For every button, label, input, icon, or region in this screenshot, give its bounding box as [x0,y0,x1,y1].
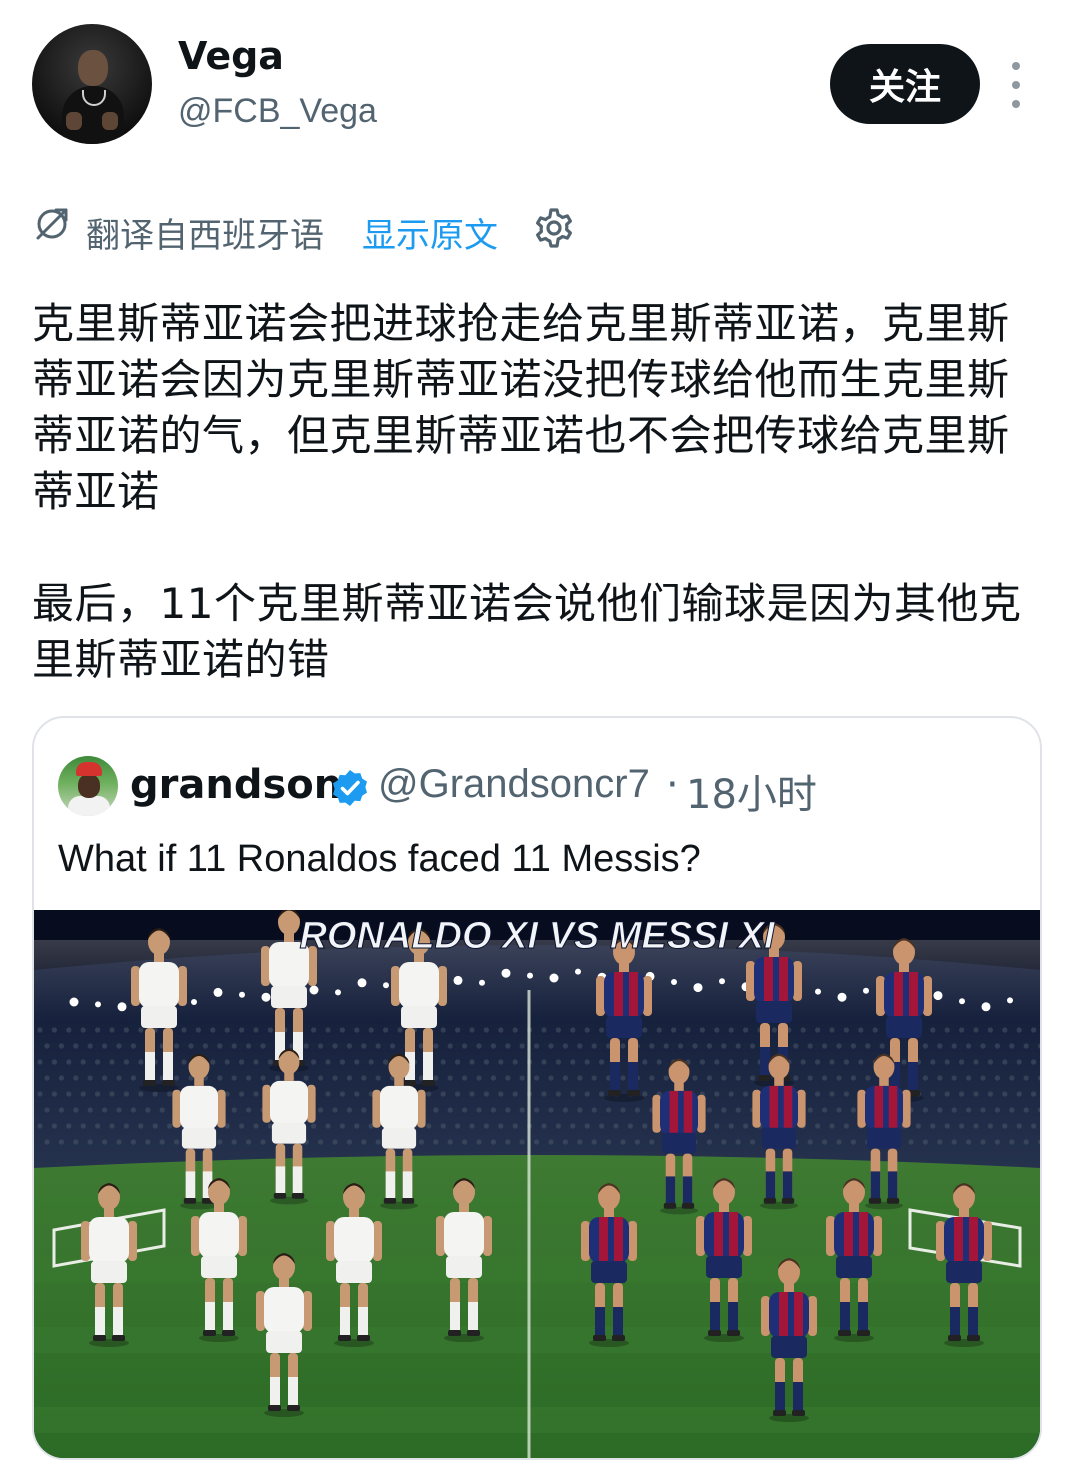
stadium-light [453,975,463,985]
stadium-light [239,991,245,998]
ronaldo-vs-messi-illustration: RONALDO XI VS MESSI XI [34,910,1040,1458]
author-name[interactable]: Vega [178,34,284,78]
stadium-light [959,998,965,1005]
stadium-light [693,983,703,993]
more-icon[interactable] [1004,62,1028,108]
stadium-light [69,997,79,1007]
translate-icon [36,208,68,240]
stadium-light [863,987,869,994]
verified-icon [333,770,367,806]
stadium-light [719,978,725,985]
stadium-light [837,992,847,1002]
stadium-light [95,1001,101,1008]
tweet-text: 克里斯蒂亚诺会把进球抢走给克里斯蒂亚诺，克里斯蒂亚诺会因为克里斯蒂亚诺没把传球给… [32,296,1032,688]
quoted-tweet-text: What if 11 Ronaldos faced 11 Messis? [58,838,701,880]
stadium-light [815,988,821,995]
quoted-timestamp[interactable]: 18小时 [686,762,817,820]
quoted-tweet-image[interactable]: RONALDO XI VS MESSI XI [34,910,1040,1458]
stadium-light [261,992,271,1002]
stadium-light [527,972,533,979]
quoted-tweet-card[interactable]: grandson @Grandsoncr7 · 18小时 What if 11 … [32,716,1042,1460]
quoted-author-name[interactable]: grandson [130,762,342,808]
stadium-light [981,1002,991,1012]
gear-icon[interactable] [532,206,576,250]
stadium-light [357,978,367,988]
stadium-light [671,979,677,985]
stadium-light [549,973,559,983]
separator-dot: · [666,762,679,808]
stadium-light [335,989,341,996]
tweet-paragraph: 最后，11个克里斯蒂亚诺会说他们输球是因为其他克里斯蒂亚诺的错 [32,579,1022,684]
follow-button[interactable]: 关注 [830,44,980,124]
stadium-light [479,979,485,986]
author-handle[interactable]: @FCB_Vega [178,92,377,131]
stadium-light [501,968,511,978]
image-title: RONALDO XI VS MESSI XI [299,915,776,957]
stadium-light [213,987,223,997]
translation-label: 翻译自西班牙语 [86,216,324,256]
quoted-author-avatar[interactable] [58,756,118,816]
stadium-light [117,1002,127,1012]
stadium-light [1007,997,1013,1004]
stadium-light [575,968,581,975]
quoted-author-handle[interactable]: @Grandsoncr7 [378,762,650,807]
tweet-paragraph: 克里斯蒂亚诺会把进球抢走给克里斯蒂亚诺，克里斯蒂亚诺会因为克里斯蒂亚诺没把传球给… [32,299,1010,516]
author-avatar[interactable] [32,24,152,144]
stadium-light [309,985,319,995]
stadium-light [933,991,943,1001]
show-original-link[interactable]: 显示原文 [362,208,498,257]
stadium-light [191,999,197,1005]
stadium-light [383,982,389,989]
